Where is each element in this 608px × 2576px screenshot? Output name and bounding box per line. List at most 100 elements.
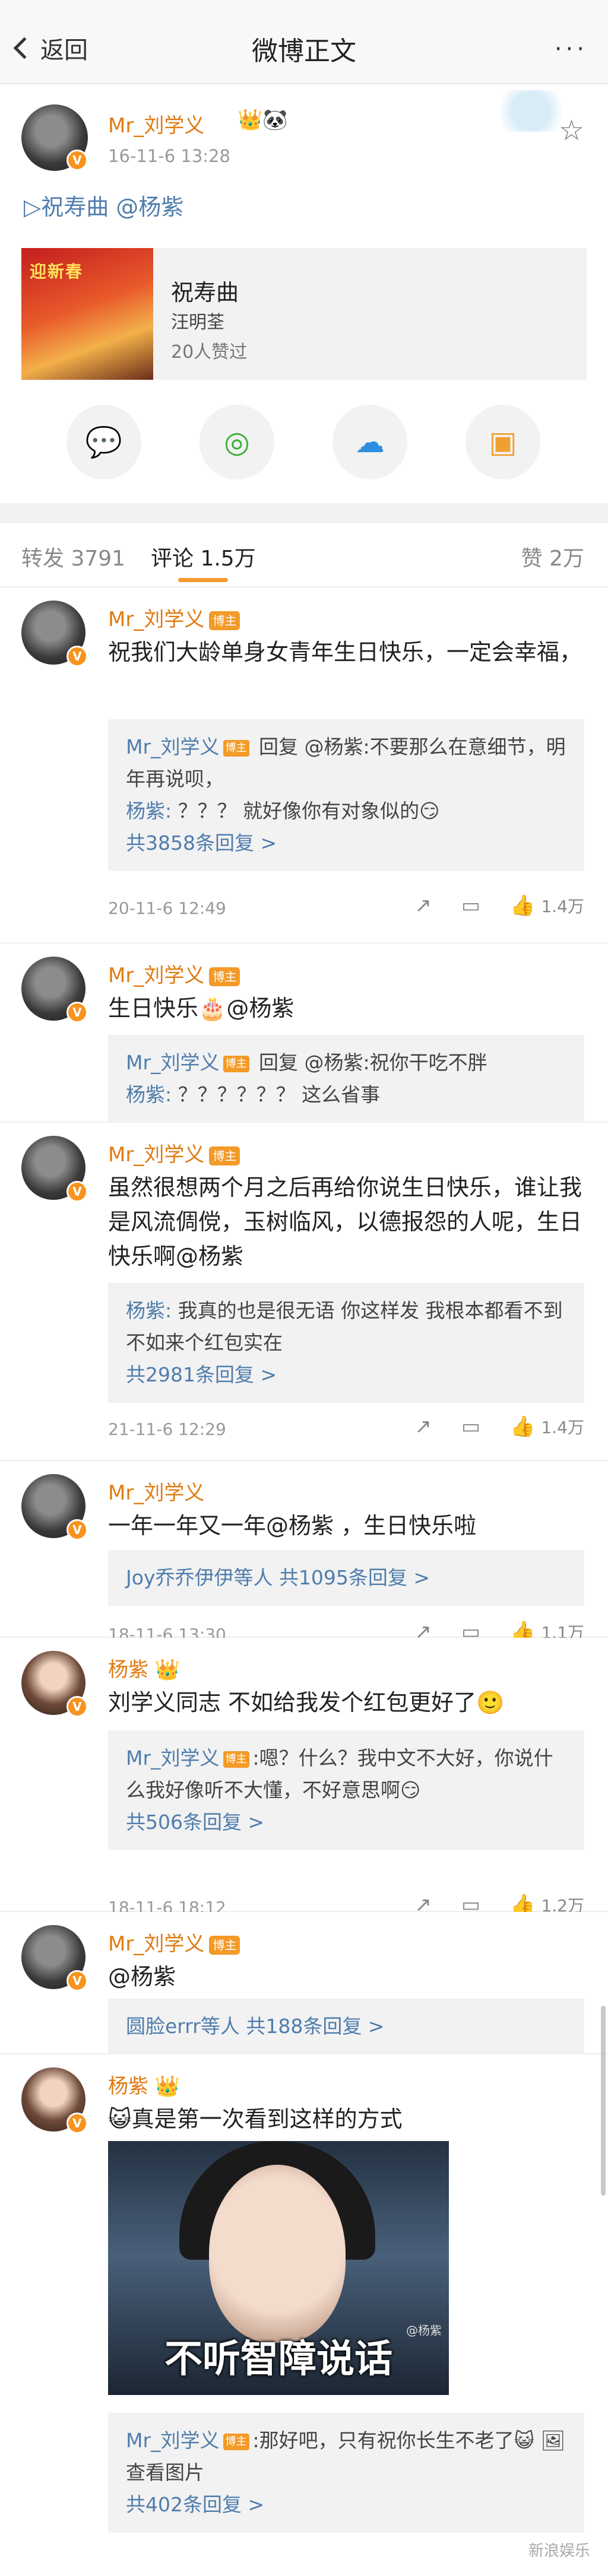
comment-icon[interactable]: ▭: [461, 1415, 480, 1438]
more-replies-link[interactable]: Joy乔乔伊伊等人 共1095条回复 >: [126, 1562, 566, 1594]
post-tabs: 转发 3791 评论 1.5万 赞 2万: [0, 523, 608, 587]
music-card[interactable]: 迎新春 祝寿曲 汪明荃 20人赞过: [21, 248, 587, 380]
reply-text: 我真的也是很无语 你这样发 我根本都看不到 不如来个红包实在: [126, 1299, 563, 1354]
album-cover-text: 迎新春: [30, 262, 84, 281]
active-tab-indicator: [178, 578, 228, 582]
comment-author[interactable]: Mr_刘学义 博主: [108, 1138, 240, 1167]
comment-text: 一年一年又一年@杨紫 ，生日快乐啦: [108, 1513, 477, 1539]
reply-author[interactable]: 杨紫:: [126, 1299, 172, 1322]
verified-icon: V: [66, 1002, 88, 1023]
sina-watermark: 新浪娱乐: [528, 2542, 590, 2560]
reply-line: Mr_刘学义 博主:嗯？什么？我中文不大好，你说什么我好像听不大懂，不好意思啊😏: [126, 1742, 566, 1806]
comment-author[interactable]: Mr_刘学义 博主: [108, 603, 240, 632]
thumbs-up-icon[interactable]: 👍: [510, 1415, 535, 1438]
verified-icon: V: [66, 646, 88, 667]
reply-box[interactable]: Joy乔乔伊伊等人 共1095条回复 >: [108, 1550, 584, 1606]
comment-time: 21-11-6 12:29: [108, 1419, 226, 1439]
qq-icon[interactable]: ☁: [332, 405, 407, 479]
meme-face: [209, 2165, 346, 2343]
comment-text: 虽然很想两个月之后再给你说生日快乐，谁让我是风流倜傥，玉树临风，以德报怨的人呢，…: [108, 1174, 582, 1269]
post-time: 16-11-6 13:28: [108, 146, 230, 166]
share-row: 💬 ◎ ☁ ▣: [0, 405, 608, 482]
comment-author-name[interactable]: 杨紫: [108, 2075, 148, 2098]
reply-box[interactable]: 杨紫: 我真的也是很无语 你这样发 我根本都看不到 不如来个红包实在 共2981…: [108, 1283, 584, 1403]
comment-author-name[interactable]: Mr_刘学义: [108, 1143, 204, 1167]
scrollbar[interactable]: [601, 2006, 606, 2196]
reply-badge: 博主: [223, 739, 249, 757]
author-emoji-badges: 👑🐼: [238, 108, 288, 132]
comment-author-name[interactable]: Mr_刘学义: [108, 608, 204, 631]
reply-badge: 博主: [223, 1055, 249, 1072]
reply-box[interactable]: Mr_刘学义 博主 回复 @杨紫:祝你干吃不胖 杨紫: ？？？？？？ 这么省事: [108, 1035, 584, 1123]
moments-icon[interactable]: ◎: [200, 405, 274, 479]
comment-author[interactable]: 杨紫 👑: [108, 1653, 180, 1682]
more-options-icon[interactable]: ···: [555, 36, 588, 63]
reply-text: 回复 @杨紫:祝你干吃不胖: [252, 1051, 487, 1074]
reply-author[interactable]: Mr_刘学义: [126, 1051, 220, 1074]
meme-caption: 不听智障说话: [164, 2337, 392, 2381]
reply-line: Mr_刘学义 博主 回复 @杨紫:不要那么在意细节，明年再说呗，: [126, 731, 566, 795]
comment-actions: ↗ ▭ 👍 1.4万: [385, 894, 585, 917]
comment-author[interactable]: 杨紫 👑: [108, 2070, 180, 2099]
album-cover: 迎新春: [21, 248, 153, 380]
comment-text: 😺真是第一次看到这样的方式: [108, 2106, 403, 2132]
music-artist: 汪明荃: [171, 312, 224, 333]
reply-line: Mr_刘学义 博主:那好吧，只有祝你长生不老了😺 🖼查看图片: [126, 2425, 566, 2489]
like-count: 1.4万: [541, 1418, 584, 1437]
favorite-star-icon[interactable]: ☆: [559, 114, 584, 147]
comment-author-name[interactable]: Mr_刘学义: [108, 1932, 204, 1956]
comment-icon[interactable]: ▭: [461, 894, 480, 917]
tab-comment[interactable]: 评论 1.5万: [151, 541, 256, 572]
reply-badge: 博主: [223, 1751, 249, 1768]
verified-icon: V: [66, 1181, 88, 1202]
tab-repost[interactable]: 转发 3791: [21, 541, 125, 572]
comment-author[interactable]: Mr_刘学义 博主: [108, 1927, 240, 1956]
reply-author[interactable]: 杨紫:: [126, 799, 172, 822]
comment-text: @杨紫: [108, 1964, 176, 1990]
comment-author-name[interactable]: Mr_刘学义: [108, 1481, 204, 1505]
meme-image[interactable]: @杨紫 不听智障说话: [108, 2141, 449, 2395]
comment-author[interactable]: Mr_刘学义 博主: [108, 959, 240, 988]
share-icon[interactable]: ↗: [415, 1415, 432, 1438]
comment-item: V Mr_刘学义 博主 生日快乐🎂@杨紫 Mr_刘学义 博主 回复 @杨紫:祝你干吃…: [0, 944, 608, 1123]
save-image-icon[interactable]: ▣: [466, 405, 540, 479]
comment-text: 祝我们大龄单身女青年生日快乐，一定会幸福，: [108, 639, 582, 665]
section-divider: [0, 503, 608, 523]
reply-author[interactable]: Mr_刘学义: [126, 735, 220, 758]
comment-time: 20-11-6 12:49: [108, 898, 226, 918]
reply-author[interactable]: Mr_刘学义: [126, 1746, 220, 1770]
post-author[interactable]: Mr_刘学义: [108, 109, 204, 138]
page-title: 微博正文: [252, 36, 356, 66]
reply-box[interactable]: Mr_刘学义 博主:嗯？什么？我中文不大好，你说什么我好像听不大懂，不好意思啊😏 …: [108, 1730, 584, 1850]
wechat-icon[interactable]: 💬: [66, 405, 141, 479]
reply-box[interactable]: 圆脸errr等人 共188条回复 >: [108, 1999, 584, 2054]
post-text[interactable]: ▷祝寿曲 @杨紫: [24, 189, 183, 221]
more-replies-link[interactable]: 共2981条回复 >: [126, 1359, 566, 1391]
tab-like[interactable]: 赞 2万: [521, 541, 584, 572]
verified-icon: V: [66, 1970, 88, 1991]
comment-author-name[interactable]: 杨紫: [108, 1658, 148, 1682]
comment-text: 刘学义同志 不如给我发个红包更好了🙂: [108, 1689, 505, 1716]
crown-icon: 👑: [154, 1658, 180, 1682]
comment-author-name[interactable]: Mr_刘学义: [108, 964, 204, 987]
comment-actions: ↗ ▭ 👍 1.4万: [385, 1415, 585, 1438]
comment-item: V Mr_刘学义 博主 虽然很想两个月之后再给你说生日快乐，谁让我是风流倜傥，玉树…: [0, 1123, 608, 1461]
reply-text: ？？？？？？ 这么省事: [172, 1083, 381, 1106]
reply-badge: 博主: [223, 2433, 249, 2450]
thumbs-up-icon[interactable]: 👍: [510, 894, 535, 917]
reply-box[interactable]: Mr_刘学义 博主 回复 @杨紫:不要那么在意细节，明年再说呗， 杨紫: ？？？ …: [108, 719, 584, 871]
comment-item: V Mr_刘学义 博主 @杨紫 圆脸errr等人 共188条回复 >: [0, 1912, 608, 2054]
reply-box[interactable]: Mr_刘学义 博主:那好吧，只有祝你长生不老了😺 🖼查看图片 共402条回复 >: [108, 2413, 584, 2533]
verified-icon: V: [66, 1696, 88, 1717]
reply-author[interactable]: Mr_刘学义: [126, 2429, 220, 2452]
comment-item: V Mr_刘学义 博主 祝我们大龄单身女青年生日快乐，一定会幸福， Mr_刘学义博…: [0, 587, 608, 944]
more-replies-link[interactable]: 圆脸errr等人 共188条回复 >: [126, 2010, 566, 2043]
comment-author[interactable]: Mr_刘学义: [108, 1476, 204, 1505]
comment-item: V 杨紫 👑 😺真是第一次看到这样的方式 @杨紫 不听智障说话 Mr_刘学义 博主…: [0, 2054, 608, 2576]
reply-author[interactable]: 杨紫:: [126, 1083, 172, 1106]
more-replies-link[interactable]: 共402条回复 >: [126, 2489, 566, 2521]
more-replies-link[interactable]: 共3858条回复 >: [126, 827, 566, 859]
share-icon[interactable]: ↗: [415, 894, 432, 917]
comment-item: V Mr_刘学义 一年一年又一年@杨紫 ，生日快乐啦 Joy乔乔伊伊等人 共10…: [0, 1461, 608, 1644]
more-replies-link[interactable]: 共506条回复 >: [126, 1806, 566, 1838]
